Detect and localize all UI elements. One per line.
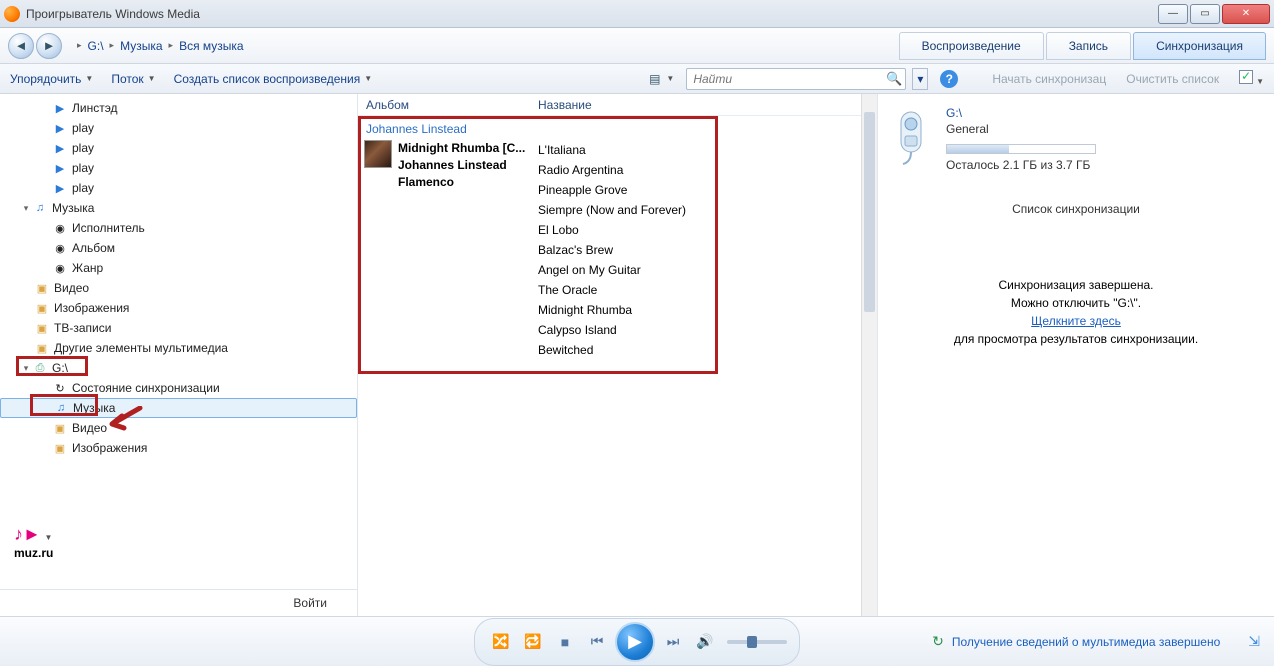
annotation-arrow — [104, 406, 144, 436]
content-pane: Альбом Название Johannes Linstead Midnig… — [358, 94, 878, 616]
tree-item-10[interactable]: ▣Изображения — [0, 298, 357, 318]
track-7[interactable]: The Oracle — [534, 280, 877, 300]
stream-menu[interactable]: Поток▼ — [111, 72, 155, 86]
track-6[interactable]: Angel on My Guitar — [534, 260, 877, 280]
tree-item-13[interactable]: ▾⎙G:\ — [0, 358, 357, 378]
album-art[interactable] — [364, 140, 392, 168]
forward-button[interactable]: ► — [36, 33, 62, 59]
player-status: Получение сведений о мультимедиа заверше… — [952, 635, 1220, 649]
album-genre[interactable]: Flamenco — [398, 174, 534, 191]
muz-logo: ♪► ▼ muz.ru — [14, 524, 53, 560]
tab-burn[interactable]: Запись — [1046, 32, 1131, 60]
create-playlist-menu[interactable]: Создать список воспроизведения▼ — [174, 72, 373, 86]
track-4[interactable]: El Lobo — [534, 220, 877, 240]
navbar: ◄ ► ▸ G:\ ▸ Музыка ▸ Вся музыка Воспроиз… — [0, 28, 1274, 64]
tab-play[interactable]: Воспроизведение — [899, 32, 1044, 60]
options-checkbox[interactable] — [1239, 70, 1253, 84]
tree-item-6[interactable]: ◉Исполнитель — [0, 218, 357, 238]
breadcrumb[interactable]: ▸ G:\ ▸ Музыка ▸ Вся музыка — [74, 39, 247, 53]
toolbar: Упорядочить▼ Поток▼ Создать список воспр… — [0, 64, 1274, 94]
tree-item-11[interactable]: ▣ТВ-записи — [0, 318, 357, 338]
search-icon[interactable]: 🔍 — [886, 71, 902, 87]
mute-button[interactable]: 🔊 — [691, 628, 719, 656]
scrollbar[interactable] — [861, 94, 877, 616]
tree-item-4[interactable]: ▶play — [0, 178, 357, 198]
column-album[interactable]: Альбом — [358, 98, 530, 112]
search-input[interactable] — [686, 68, 906, 90]
track-1[interactable]: Radio Argentina — [534, 160, 877, 180]
space-bar — [946, 144, 1096, 154]
device-space: Осталось 2.1 ГБ из 3.7 ГБ — [946, 158, 1096, 172]
login-link[interactable]: Войти — [0, 590, 357, 616]
track-10[interactable]: Bewitched — [534, 340, 877, 360]
tree-item-8[interactable]: ◉Жанр — [0, 258, 357, 278]
track-9[interactable]: Calypso Island — [534, 320, 877, 340]
tree-item-9[interactable]: ▣Видео — [0, 278, 357, 298]
player-bar: 🔀 🔁 ■ ⏮ ▶ ⏭ 🔊 ↻ Получение сведений о мул… — [0, 616, 1274, 666]
track-8[interactable]: Midnight Rhumba — [534, 300, 877, 320]
tree-item-0[interactable]: ▶Линстэд — [0, 98, 357, 118]
view-list-icon[interactable]: ▤ — [649, 72, 660, 86]
tree-item-2[interactable]: ▶play — [0, 138, 357, 158]
tree-item-14[interactable]: ↻Состояние синхронизации — [0, 378, 357, 398]
prev-button[interactable]: ⏮ — [583, 628, 611, 656]
maximize-button[interactable]: ▭ — [1190, 4, 1220, 24]
search-dropdown[interactable]: ▾ — [912, 68, 928, 90]
device-icon — [888, 106, 934, 170]
crumb-1[interactable]: Музыка — [120, 39, 162, 53]
tree-item-16[interactable]: ▣Видео — [0, 418, 357, 438]
device-type: General — [946, 122, 1096, 136]
sync-panel: G:\ General Осталось 2.1 ГБ из 3.7 ГБ Сп… — [878, 94, 1274, 616]
shuffle-button[interactable]: 🔀 — [487, 628, 515, 656]
sync-message: Синхронизация завершена. Можно отключить… — [888, 276, 1264, 348]
window-title: Проигрыватель Windows Media — [26, 7, 1156, 21]
help-icon[interactable]: ? — [940, 70, 958, 88]
album-meta: Midnight Rhumba [C... Johannes Linstead … — [398, 140, 534, 360]
track-2[interactable]: Pineapple Grove — [534, 180, 877, 200]
titlebar: Проигрыватель Windows Media — ▭ ✕ — [0, 0, 1274, 28]
column-title[interactable]: Название — [530, 98, 877, 112]
play-button[interactable]: ▶ — [615, 622, 655, 662]
back-button[interactable]: ◄ — [8, 33, 34, 59]
tree-item-15[interactable]: ♫Музыка — [0, 398, 357, 418]
organize-menu[interactable]: Упорядочить▼ — [10, 72, 93, 86]
tree-item-7[interactable]: ◉Альбом — [0, 238, 357, 258]
tree-item-5[interactable]: ▾♫Музыка — [0, 198, 357, 218]
crumb-root[interactable]: G:\ — [88, 39, 104, 53]
volume-slider[interactable] — [727, 640, 787, 644]
track-5[interactable]: Balzac's Brew — [534, 240, 877, 260]
close-button[interactable]: ✕ — [1222, 4, 1270, 24]
sync-results-link[interactable]: Щелкните здесь — [1031, 314, 1121, 328]
sidebar: ▶Линстэд▶play▶play▶play▶play▾♫Музыка◉Исп… — [0, 94, 358, 616]
stop-button[interactable]: ■ — [551, 628, 579, 656]
track-3[interactable]: Siempre (Now and Forever) — [534, 200, 877, 220]
track-list: L'ItalianaRadio ArgentinaPineapple Grove… — [534, 140, 877, 360]
track-0[interactable]: L'Italiana — [534, 140, 877, 160]
crumb-2[interactable]: Вся музыка — [179, 39, 244, 53]
album-artist[interactable]: Johannes Linstead — [398, 157, 534, 174]
app-icon — [4, 6, 20, 22]
repeat-button[interactable]: 🔁 — [519, 628, 547, 656]
switch-mode-icon[interactable]: ⇲ — [1248, 633, 1260, 650]
device-name[interactable]: G:\ — [946, 106, 1096, 120]
tree-item-1[interactable]: ▶play — [0, 118, 357, 138]
minimize-button[interactable]: — — [1158, 4, 1188, 24]
tree-item-17[interactable]: ▣Изображения — [0, 438, 357, 458]
album-title[interactable]: Midnight Rhumba [C... — [398, 140, 534, 157]
tree-item-3[interactable]: ▶play — [0, 158, 357, 178]
tab-sync[interactable]: Синхронизация — [1133, 32, 1266, 60]
next-button[interactable]: ⏭ — [659, 628, 687, 656]
clear-list-button[interactable]: Очистить список — [1126, 72, 1219, 86]
start-sync-button[interactable]: Начать синхронизац — [992, 72, 1106, 86]
tree-item-12[interactable]: ▣Другие элементы мультимедиа — [0, 338, 357, 358]
sync-list-title: Список синхронизации — [888, 202, 1264, 216]
status-icon: ↻ — [932, 633, 944, 650]
artist-header[interactable]: Johannes Linstead — [358, 116, 877, 140]
